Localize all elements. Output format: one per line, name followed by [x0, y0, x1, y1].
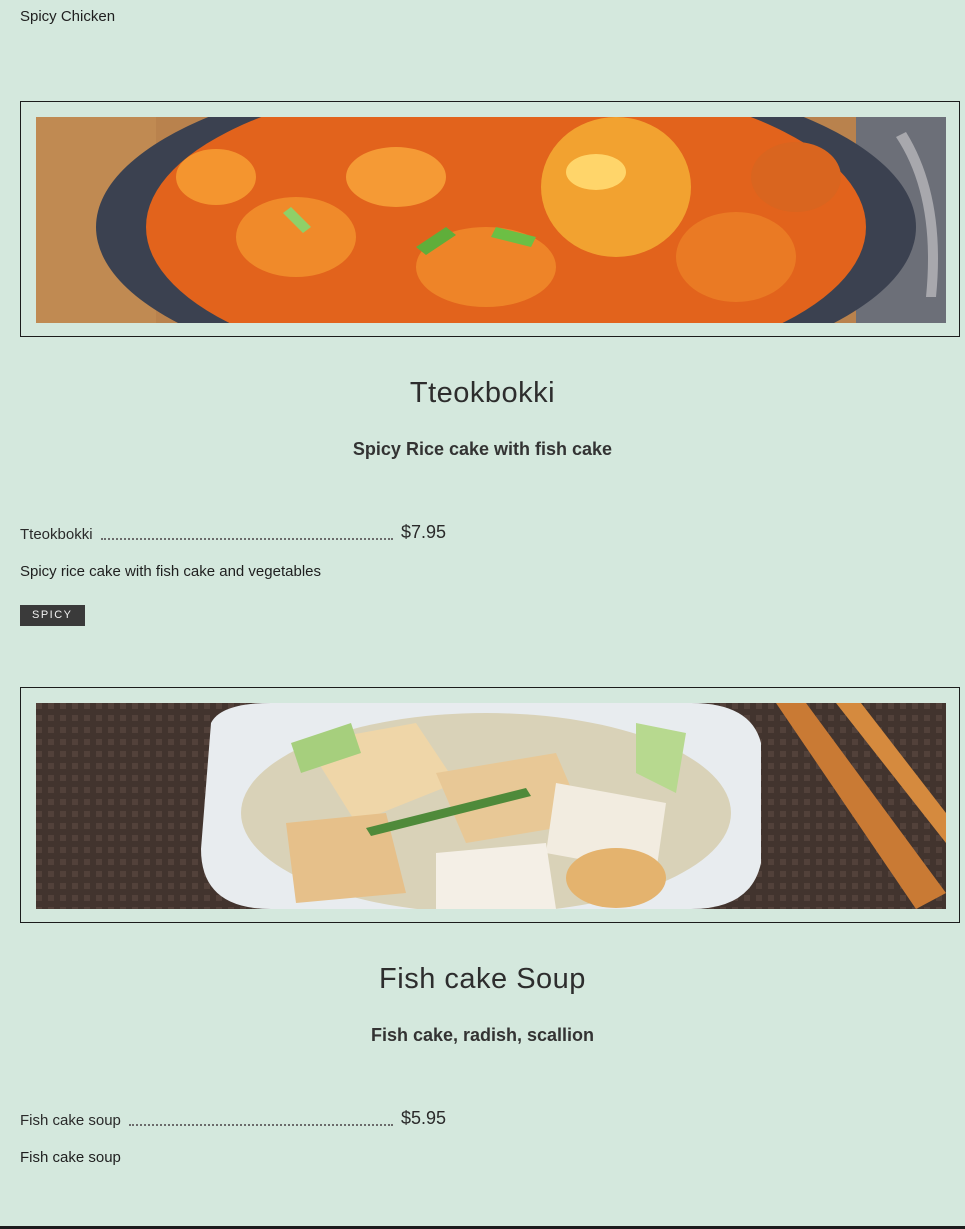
tteokbokki-photo	[36, 117, 946, 323]
section-title-tteokbokki: Tteokbokki	[409, 377, 556, 409]
leader-dots	[100, 537, 393, 540]
section-subtitle-tteokbokki: Spicy Rice cake with fish cake	[352, 439, 613, 459]
menu-item-fish-cake-soup: Fish cake soup $5.95	[20, 1108, 446, 1129]
tteokbokki-photo-frame	[20, 101, 960, 337]
menu-item-name: Fish cake soup	[20, 1112, 121, 1129]
section-title-fish-cake-soup: Fish cake Soup	[379, 963, 586, 995]
menu-item-name: Tteokbokki	[20, 526, 93, 543]
leader-dots	[128, 1123, 393, 1126]
section-subtitle-fish-cake-soup: Fish cake, radish, scallion	[370, 1025, 595, 1045]
menu-item-description: Fish cake soup	[20, 1149, 121, 1166]
menu-item-price: $7.95	[400, 522, 446, 542]
spicy-badge: SPICY	[20, 605, 85, 626]
menu-item-description: Spicy rice cake with fish cake and veget…	[20, 563, 321, 580]
menu-item-price: $5.95	[400, 1108, 446, 1128]
fish-cake-soup-photo-frame	[20, 687, 960, 923]
menu-item-tteokbokki: Tteokbokki $7.95	[20, 522, 446, 543]
previous-item-description: Spicy Chicken	[20, 8, 116, 25]
fish-cake-soup-photo	[36, 703, 946, 909]
